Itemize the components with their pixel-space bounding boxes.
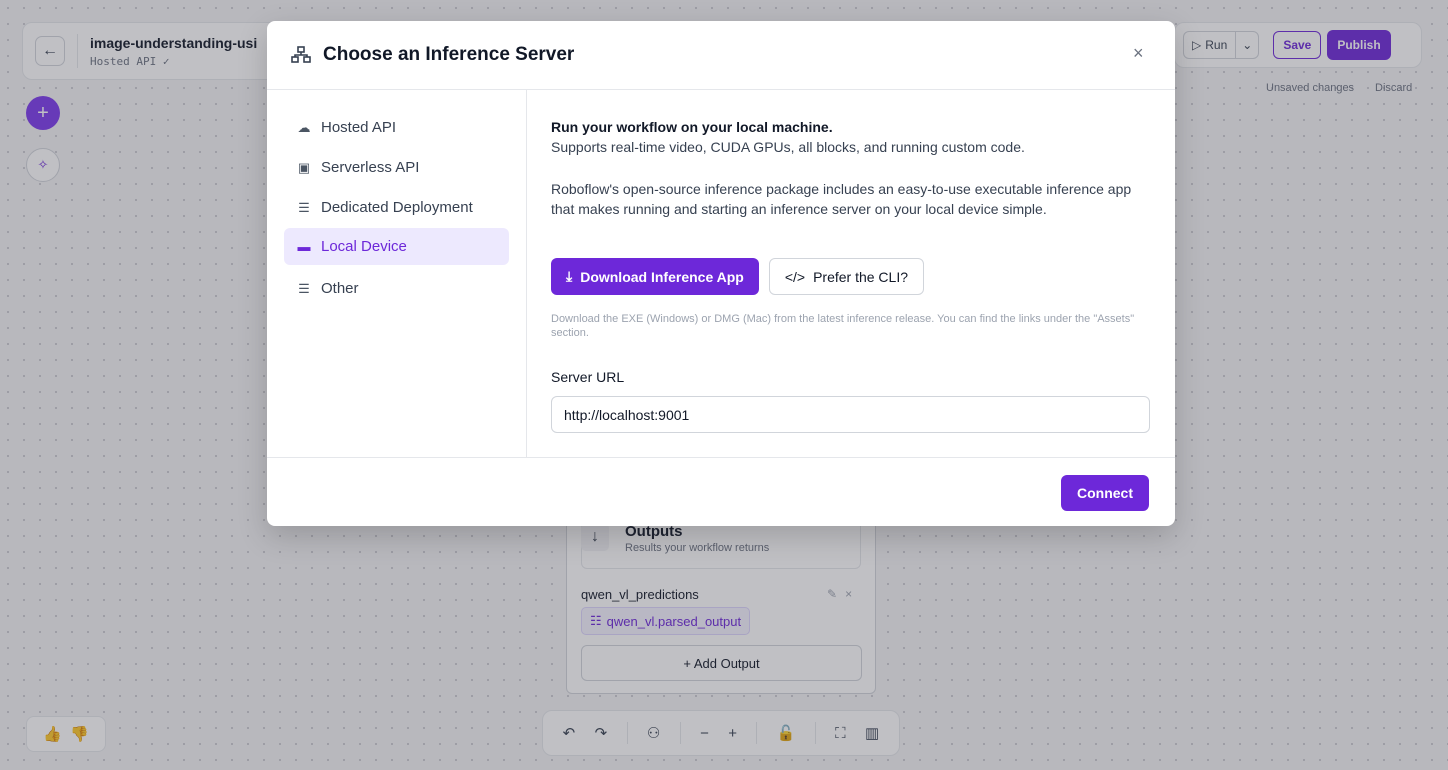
sidebar-item-label: Serverless API — [321, 159, 420, 176]
server-icon: ☰ — [298, 199, 310, 215]
modal-title: Choose an Inference Server — [323, 44, 575, 65]
sidebar-item-label: Local Device — [321, 238, 407, 255]
modal-footer: Connect — [267, 457, 1175, 526]
server-type-sidebar: ☁ Hosted API ▣ Serverless API ☰ Dedicate… — [267, 90, 527, 457]
download-label: Download Inference App — [580, 268, 744, 285]
server-url-label: Server URL — [551, 369, 625, 385]
sidebar-item-label: Dedicated Deployment — [321, 199, 473, 216]
download-hint: Download the EXE (Windows) or DMG (Mac) … — [551, 313, 1135, 339]
modal-header: Choose an Inference Server — [267, 21, 1175, 90]
cli-label: Prefer the CLI? — [813, 268, 908, 285]
sidebar-item-dedicated-deployment[interactable]: ☰ Dedicated Deployment — [284, 189, 509, 226]
inference-server-modal: Choose an Inference Server × ☁ Hosted AP… — [267, 21, 1175, 526]
connect-button[interactable]: Connect — [1061, 475, 1149, 511]
laptop-icon: ▬ — [297, 239, 311, 254]
prefer-cli-button[interactable]: </> Prefer the CLI? — [768, 258, 924, 295]
action-buttons: ⤓ Download Inference App </> Prefer the … — [551, 258, 924, 295]
local-device-panel: Run your workflow on your local machine.… — [551, 117, 1151, 433]
sidebar-item-other[interactable]: ☰ Other — [284, 270, 509, 307]
panel-subline: Supports real-time video, CUDA GPUs, all… — [551, 139, 1025, 155]
server-url-input[interactable] — [551, 396, 1150, 433]
chip-icon: ▣ — [297, 159, 311, 175]
sidebar-item-hosted-api[interactable]: ☁ Hosted API — [284, 109, 509, 146]
sidebar-item-serverless-api[interactable]: ▣ Serverless API — [284, 149, 509, 186]
sidebar-item-label: Other — [321, 280, 359, 297]
download-icon: ⤓ — [566, 268, 573, 284]
close-icon[interactable]: × — [1133, 43, 1144, 64]
server-icon: ☰ — [298, 280, 310, 296]
sidebar-item-label: Hosted API — [321, 119, 397, 136]
panel-description: Roboflow's open-source inference package… — [551, 181, 1132, 217]
network-icon — [291, 46, 311, 64]
code-icon: </> — [784, 268, 806, 285]
download-inference-app-button[interactable]: ⤓ Download Inference App — [551, 258, 759, 295]
cloud-upload-icon: ☁ — [297, 119, 311, 135]
panel-headline: Run your workflow on your local machine. — [551, 119, 833, 135]
sidebar-item-local-device[interactable]: ▬ Local Device — [284, 228, 509, 265]
